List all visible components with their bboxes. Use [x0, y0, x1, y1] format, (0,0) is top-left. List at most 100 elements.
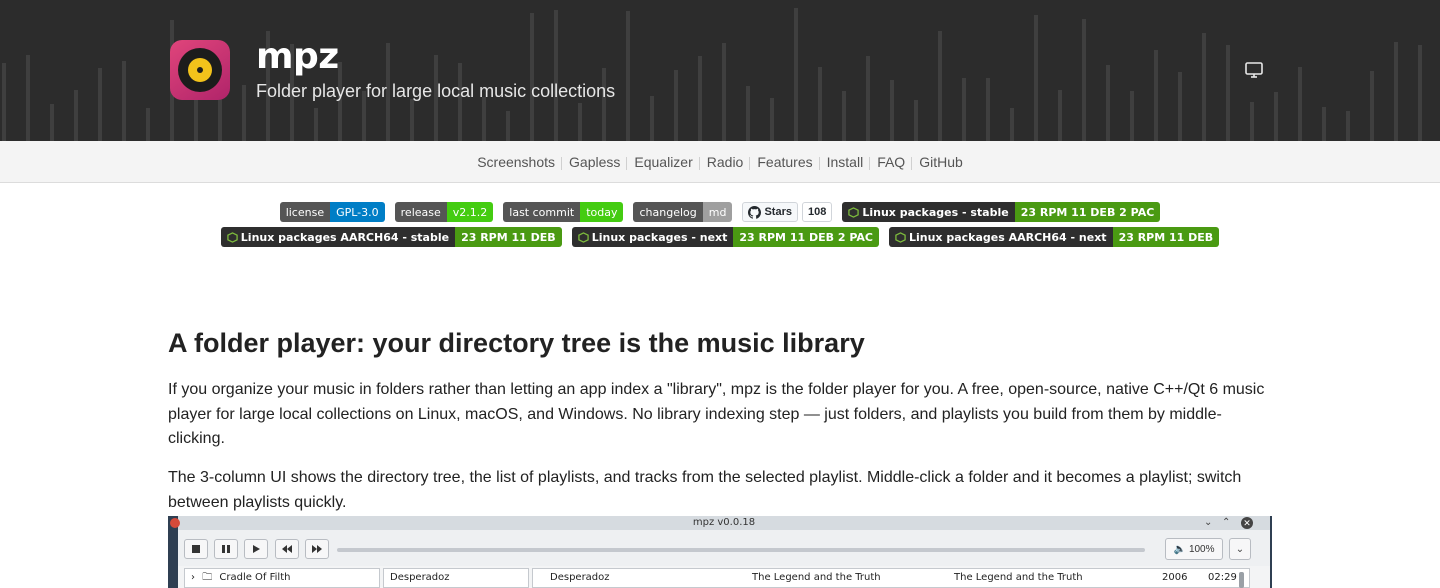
track-artist: The Legend and the Truth	[752, 572, 881, 583]
nav-link-gapless[interactable]: Gapless	[561, 154, 627, 170]
equalizer-bar	[1082, 19, 1086, 141]
pause-icon	[214, 539, 238, 559]
linux-packages-aarch64-stable-badge[interactable]: Linux packages AARCH64 - stable 23 RPM 1…	[220, 227, 562, 247]
package-icon	[895, 231, 906, 243]
top-nav: Screenshots Gapless Equalizer Radio Feat…	[0, 141, 1440, 183]
equalizer-bar	[146, 108, 150, 141]
equalizer-bar	[722, 43, 726, 141]
linux-packages-next-badge[interactable]: Linux packages - next 23 RPM 11 DEB 2 PA…	[571, 227, 879, 247]
intro-paragraph: If you organize your music in folders ra…	[168, 381, 1265, 447]
equalizer-bar	[506, 111, 510, 141]
window-titlebar: mpz v0.0.18	[178, 516, 1270, 530]
equalizer-bar	[674, 70, 678, 141]
ui-description-paragraph: The 3-column UI shows the directory tree…	[168, 469, 1242, 511]
equalizer-bar	[842, 91, 846, 141]
track-year: 2006	[1162, 572, 1188, 583]
equalizer-bar	[1394, 42, 1398, 141]
linux-packages-aarch64-next-badge[interactable]: Linux packages AARCH64 - next 23 RPM 11 …	[888, 227, 1220, 247]
equalizer-bar	[1226, 45, 1230, 141]
play-icon	[244, 539, 268, 559]
equalizer-bar	[458, 63, 462, 141]
three-column-panes: › 🗀 Cradle Of Filth Desperadoz Desperado…	[178, 566, 1270, 588]
minimize-icon: ⌄	[1204, 517, 1213, 528]
stop-icon	[184, 539, 208, 559]
equalizer-bar	[1274, 92, 1278, 141]
site-header: mpz Folder player for large local music …	[0, 0, 1440, 141]
equalizer-bar	[986, 78, 990, 141]
previous-icon	[275, 539, 299, 559]
app-screenshot: mpz v0.0.18 ⌄ ⌃ ✕ 🔈 100% ⌄ › 🗀 Cradle Of…	[168, 516, 1272, 588]
nav-link-screenshots[interactable]: Screenshots	[470, 154, 562, 170]
equalizer-bar	[482, 97, 486, 141]
equalizer-bar	[2, 63, 6, 141]
nav-link-github[interactable]: GitHub	[911, 154, 970, 170]
folder-icon: 🗀	[202, 572, 213, 583]
section-heading: A folder player: your directory tree is …	[168, 328, 865, 358]
tracks-pane	[532, 568, 1250, 588]
directory-tree-pane: › 🗀 Cradle Of Filth	[184, 568, 380, 588]
linux-packages-stable-badge[interactable]: Linux packages - stable 23 RPM 11 DEB 2 …	[842, 202, 1161, 222]
nav-link-install[interactable]: Install	[818, 154, 871, 170]
equalizer-bar	[50, 104, 54, 141]
equalizer-bar	[74, 90, 78, 141]
nav-link-features[interactable]: Features	[749, 154, 819, 170]
volume-control: 🔈 100%	[1165, 538, 1223, 560]
monitor-icon[interactable]	[1243, 60, 1265, 80]
close-icon: ✕	[1241, 517, 1253, 529]
package-icon	[577, 231, 589, 243]
equalizer-bar	[1250, 102, 1254, 141]
equalizer-bar	[530, 13, 534, 141]
track-title: Desperadoz	[550, 572, 610, 583]
seek-bar	[337, 548, 1145, 552]
equalizer-bar	[1178, 72, 1182, 141]
package-icon	[848, 206, 860, 218]
last-commit-badge[interactable]: last commit today	[503, 202, 624, 222]
equalizer-bar	[1106, 65, 1110, 141]
speaker-icon: 🔈	[1173, 543, 1186, 555]
equalizer-bar	[914, 100, 918, 141]
equalizer-bar	[1010, 108, 1014, 141]
equalizer-bar	[1346, 111, 1350, 141]
equalizer-bar	[746, 86, 750, 141]
equalizer-bar	[626, 11, 630, 141]
equalizer-bar	[1154, 50, 1158, 141]
equalizer-bar	[1418, 45, 1422, 141]
equalizer-bar	[818, 67, 822, 141]
equalizer-bar	[602, 68, 606, 141]
player-toolbar: 🔈 100% ⌄	[178, 530, 1270, 566]
equalizer-bar	[122, 61, 126, 141]
nav-link-radio[interactable]: Radio	[698, 154, 751, 170]
equalizer-bar	[866, 56, 870, 141]
changelog-badge[interactable]: changelog md	[633, 202, 733, 222]
equalizer-bar	[314, 108, 318, 141]
equalizer-bar	[1058, 90, 1062, 141]
nav-link-faq[interactable]: FAQ	[869, 154, 912, 170]
equalizer-bar	[794, 8, 798, 141]
nav-link-equalizer[interactable]: Equalizer	[626, 154, 699, 170]
equalizer-bar	[962, 78, 966, 141]
equalizer-bar	[770, 98, 774, 141]
badge-row-2: Linux packages AARCH64 - stable 23 RPM 1…	[0, 227, 1440, 247]
equalizer-bar	[554, 10, 558, 141]
equalizer-bar	[1202, 33, 1206, 141]
next-icon	[305, 539, 329, 559]
equalizer-bar	[1322, 107, 1326, 141]
scrollbar	[1239, 572, 1244, 588]
equalizer-bar	[938, 31, 942, 141]
license-badge[interactable]: license GPL-3.0	[279, 202, 385, 222]
package-icon	[227, 231, 238, 243]
github-icon	[748, 205, 762, 219]
app-logo-icon	[170, 40, 230, 100]
release-badge[interactable]: release v2.1.2	[394, 202, 494, 222]
badge-row-1: license GPL-3.0 release v2.1.2 last comm…	[0, 202, 1440, 222]
maximize-icon: ⌃	[1222, 517, 1231, 528]
app-title: mpz	[256, 36, 339, 77]
equalizer-bar	[98, 68, 102, 141]
github-stars-badge[interactable]: Stars 108	[742, 202, 833, 222]
equalizer-bar	[410, 99, 414, 141]
equalizer-bar	[1298, 67, 1302, 141]
equalizer-bar	[1370, 71, 1374, 141]
app-window-icon	[170, 518, 180, 528]
equalizer-bar	[578, 103, 582, 141]
equalizer-bar	[1034, 15, 1038, 141]
